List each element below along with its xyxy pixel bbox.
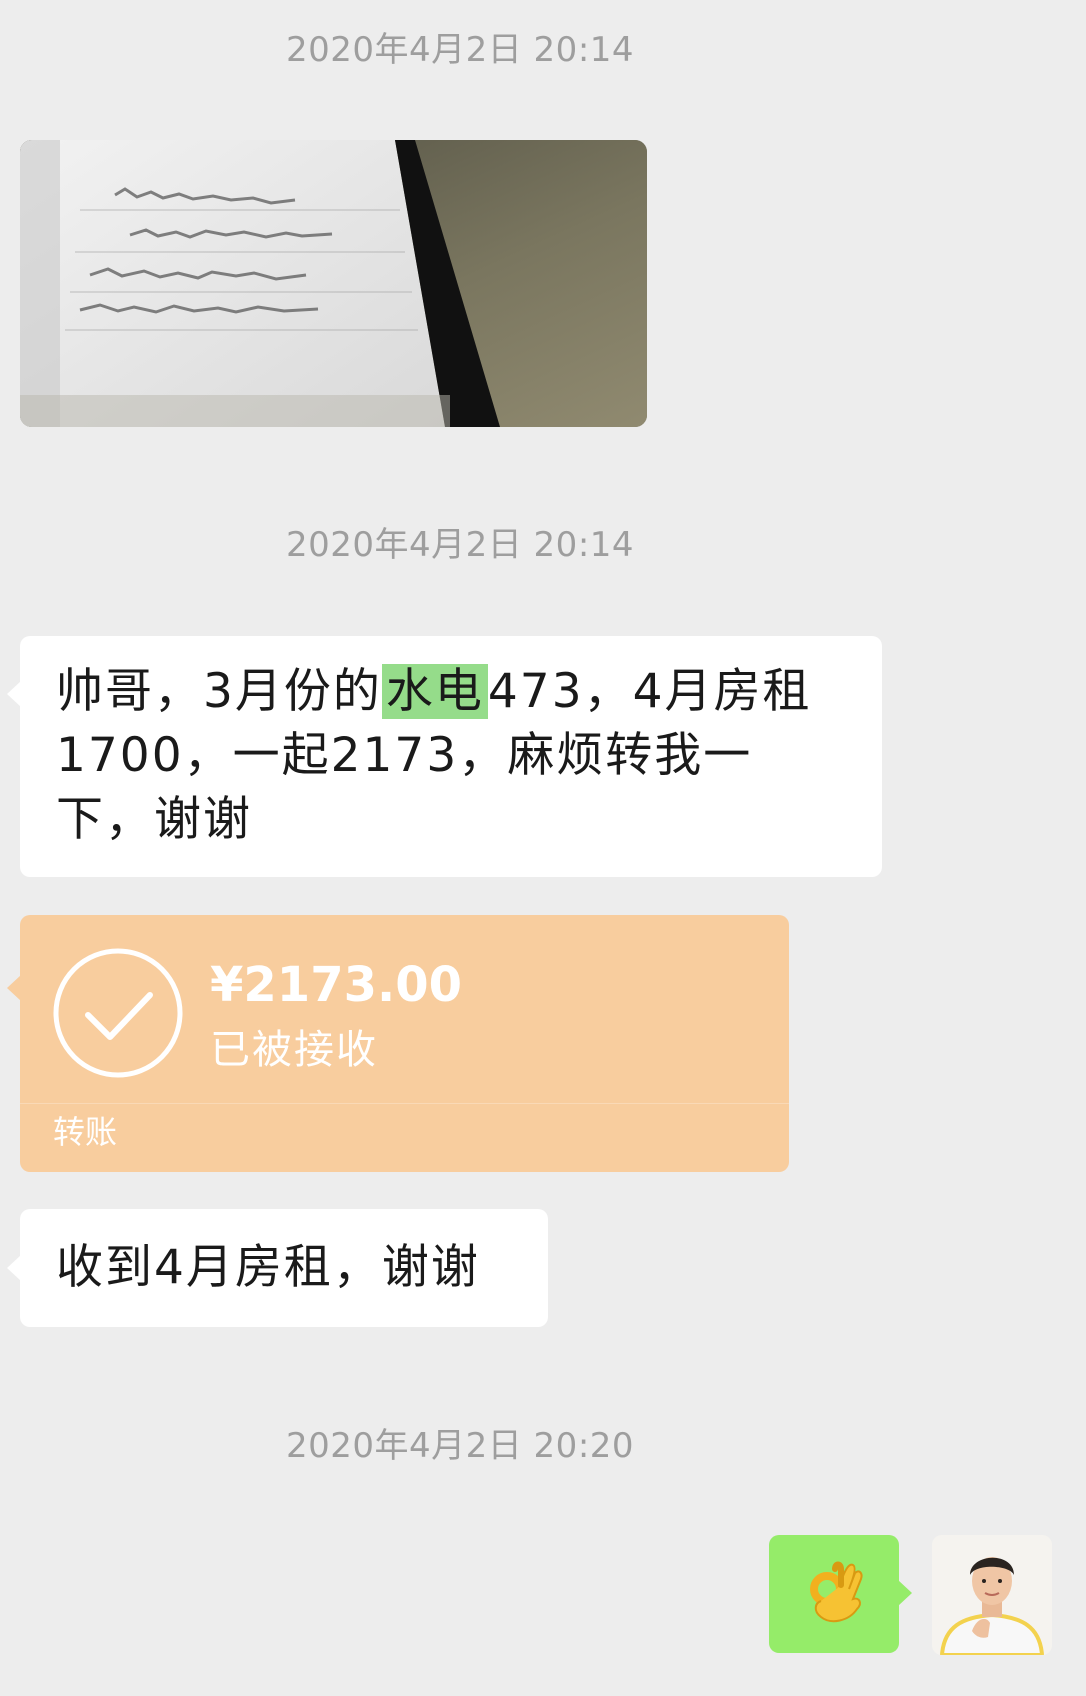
avatar[interactable] [932, 1535, 1052, 1655]
message-timestamp: 2020年4月2日 20:14 [285, 30, 635, 70]
divider [20, 1103, 789, 1104]
transfer-amount: ¥2173.00 [210, 957, 463, 1013]
transfer-label: 转账 [53, 1113, 118, 1151]
image-message[interactable] [20, 140, 647, 427]
incoming-text-message[interactable]: 帅哥，3月份的水电473，4月房租1700，一起2173，麻烦转我一下，谢谢 [7, 636, 882, 877]
notebook-photo [20, 140, 647, 427]
message-timestamp: 2020年4月2日 20:14 [285, 525, 635, 565]
transfer-status: 已被接收 [210, 1027, 378, 1073]
user-avatar-image [932, 1535, 1052, 1655]
outgoing-emoji-message[interactable] [769, 1535, 912, 1653]
ok-hand-emoji-icon [810, 1561, 863, 1623]
incoming-text-message[interactable]: 收到4月房租，谢谢 [7, 1209, 548, 1327]
highlighted-text: 水电 [381, 664, 488, 719]
message-text: 收到4月房租，谢谢 [56, 1240, 480, 1295]
chat-view[interactable]: 2020年4月2日 20:14 2020年4月2日 20:14 帅哥，3月份的水… [0, 0, 1086, 1696]
message-timestamp: 2020年4月2日 20:20 [285, 1426, 635, 1466]
message-text-part: 帅哥，3月份的 [56, 664, 382, 719]
transfer-card[interactable]: ¥2173.00 已被接收 转账 [7, 915, 789, 1172]
check-circle-icon [53, 948, 183, 1078]
